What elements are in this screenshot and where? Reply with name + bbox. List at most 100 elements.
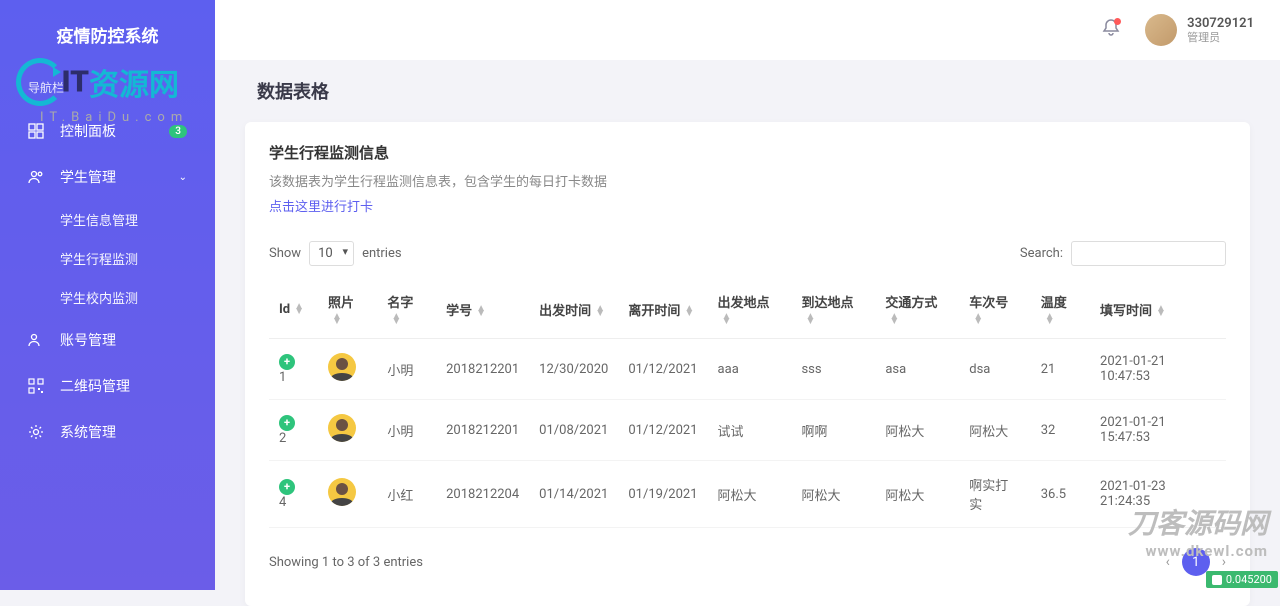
cell-leave: 01/12/2021 [618, 400, 707, 461]
nav-label-text: 学生管理 [60, 167, 116, 187]
cell-from: 阿松大 [708, 461, 792, 528]
column-header[interactable]: Id▲▼ [269, 280, 318, 339]
table-row: +4小红201821220401/14/202101/19/2021阿松大阿松大… [269, 461, 1226, 528]
users-icon [28, 332, 46, 348]
card-link-checkin[interactable]: 点击这里进行打卡 [269, 196, 1226, 215]
nav-system[interactable]: 系统管理 [0, 409, 215, 455]
cell-depart: 12/30/2020 [529, 339, 618, 400]
nav-student-campus[interactable]: 学生校内监测 [0, 278, 215, 317]
user-role: 管理员 [1187, 31, 1254, 44]
qr-icon [28, 378, 46, 394]
cell-trip: 阿松大 [959, 400, 1031, 461]
debug-timer: 0.045200 [1206, 571, 1278, 588]
cell-leave: 01/12/2021 [618, 339, 707, 400]
app-brand: 疫情防控系统 [0, 22, 215, 47]
nav-account[interactable]: 账号管理 [0, 317, 215, 363]
column-header[interactable]: 照片▲▼ [318, 280, 377, 339]
nav-label-text: 二维码管理 [60, 376, 130, 396]
card-description: 该数据表为学生行程监测信息表，包含学生的每日打卡数据 [269, 171, 1226, 190]
cell-trip: dsa [959, 339, 1031, 400]
sidebar: 疫情防控系统 导航栏 控制面板 3 学生管理 ⌄ 学生信息管理 学生行程监测 学… [0, 0, 215, 590]
cell-temp: 21 [1031, 339, 1090, 400]
dashboard-icon [28, 123, 46, 139]
table-controls: Show 10 entries Search: [269, 241, 1226, 266]
cell-to: sss [791, 339, 875, 400]
table-row: +1小明201821220112/30/202001/12/2021aaasss… [269, 339, 1226, 400]
cell-fill: 2021-01-23 21:24:35 [1090, 461, 1226, 528]
expand-row-button[interactable]: + [279, 415, 295, 431]
student-avatar [328, 353, 356, 381]
cell-name: 小红 [377, 461, 436, 528]
column-header[interactable]: 填写时间▲▼ [1090, 280, 1226, 339]
column-header[interactable]: 名字▲▼ [377, 280, 436, 339]
cell-transport: asa [875, 339, 959, 400]
card-title: 学生行程监测信息 [269, 142, 1226, 163]
entries-label: entries [362, 246, 402, 261]
user-id: 330729121 [1187, 16, 1254, 32]
cell-sno: 2018212201 [436, 339, 529, 400]
expand-row-button[interactable]: + [279, 479, 295, 495]
data-card: 学生行程监测信息 该数据表为学生行程监测信息表，包含学生的每日打卡数据 点击这里… [245, 122, 1250, 606]
column-header[interactable]: 出发时间▲▼ [529, 280, 618, 339]
student-avatar [328, 478, 356, 506]
cell-leave: 01/19/2021 [618, 461, 707, 528]
notifications-button[interactable] [1101, 18, 1121, 42]
search-box: Search: [1020, 241, 1226, 266]
gear-icon [28, 424, 46, 440]
nav-label-text: 系统管理 [60, 422, 116, 442]
cell-transport: 阿松大 [875, 461, 959, 528]
show-label: Show [269, 246, 301, 261]
cell-temp: 32 [1031, 400, 1090, 461]
cell-fill: 2021-01-21 10:47:53 [1090, 339, 1226, 400]
chevron-down-icon: ⌄ [179, 172, 187, 183]
cell-depart: 01/14/2021 [529, 461, 618, 528]
cell-sno: 2018212204 [436, 461, 529, 528]
nav-qrcode[interactable]: 二维码管理 [0, 363, 215, 409]
nav-badge: 3 [169, 125, 187, 138]
nav-student-info[interactable]: 学生信息管理 [0, 200, 215, 239]
table-footer: Showing 1 to 3 of 3 entries ‹ 1 › [269, 548, 1226, 576]
cell-fill: 2021-01-21 15:47:53 [1090, 400, 1226, 461]
users-icon [28, 169, 46, 185]
column-header[interactable]: 到达地点▲▼ [791, 280, 875, 339]
search-label: Search: [1020, 246, 1063, 261]
cell-depart: 01/08/2021 [529, 400, 618, 461]
data-table: Id▲▼照片▲▼名字▲▼学号▲▼出发时间▲▼离开时间▲▼出发地点▲▼到达地点▲▼… [269, 280, 1226, 528]
avatar [1145, 14, 1177, 46]
column-header[interactable]: 学号▲▼ [436, 280, 529, 339]
expand-row-button[interactable]: + [279, 354, 295, 370]
nav-label-text: 账号管理 [60, 330, 116, 350]
nav-dashboard[interactable]: 控制面板 3 [0, 108, 215, 154]
user-menu[interactable]: 330729121 管理员 [1145, 14, 1254, 46]
column-header[interactable]: 交通方式▲▼ [875, 280, 959, 339]
cell-transport: 阿松大 [875, 400, 959, 461]
student-avatar [328, 414, 356, 442]
nav-label-text: 控制面板 [60, 121, 116, 141]
topbar: 330729121 管理员 [215, 0, 1280, 60]
nav-student[interactable]: 学生管理 ⌄ [0, 154, 215, 200]
page-prev[interactable]: ‹ [1166, 554, 1170, 570]
entries-select[interactable]: 10 [309, 241, 354, 266]
cell-from: 试试 [708, 400, 792, 461]
table-info: Showing 1 to 3 of 3 entries [269, 555, 423, 570]
column-header[interactable]: 温度▲▼ [1031, 280, 1090, 339]
cell-from: aaa [708, 339, 792, 400]
nav-student-trip[interactable]: 学生行程监测 [0, 239, 215, 278]
entries-selector: Show 10 entries [269, 241, 402, 266]
cell-to: 阿松大 [791, 461, 875, 528]
column-header[interactable]: 出发地点▲▼ [708, 280, 792, 339]
search-input[interactable] [1071, 241, 1226, 266]
nav-section-label: 导航栏 [0, 79, 215, 96]
cell-name: 小明 [377, 339, 436, 400]
page-title: 数据表格 [245, 78, 1250, 104]
page-next[interactable]: › [1222, 554, 1226, 570]
table-row: +2小明201821220101/08/202101/12/2021试试啊啊阿松… [269, 400, 1226, 461]
cell-name: 小明 [377, 400, 436, 461]
column-header[interactable]: 车次号▲▼ [959, 280, 1031, 339]
column-header[interactable]: 离开时间▲▼ [618, 280, 707, 339]
cell-temp: 36.5 [1031, 461, 1090, 528]
cell-sno: 2018212201 [436, 400, 529, 461]
cell-to: 啊啊 [791, 400, 875, 461]
cell-trip: 啊实打实 [959, 461, 1031, 528]
content-area: 数据表格 学生行程监测信息 该数据表为学生行程监测信息表，包含学生的每日打卡数据… [215, 60, 1280, 590]
